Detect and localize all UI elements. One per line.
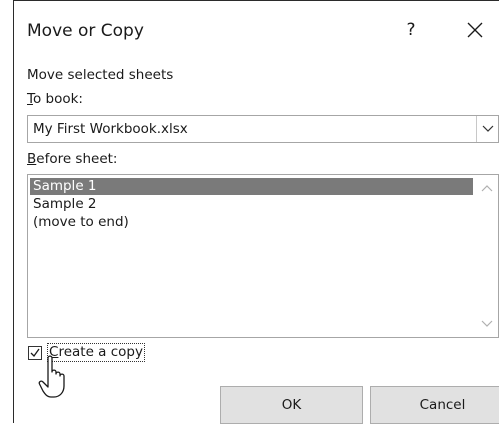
before-sheet-label-text: efore sheet:	[36, 151, 118, 167]
move-or-copy-dialog: Move or Copy ? Move selected sheets To b…	[13, 0, 499, 424]
help-button[interactable]: ?	[400, 17, 422, 43]
dialog-titlebar: Move or Copy ?	[14, 1, 499, 51]
chevron-down-icon[interactable]	[476, 116, 498, 142]
list-item[interactable]: Sample 1	[30, 178, 473, 195]
to-book-value: My First Workbook.xlsx	[33, 121, 188, 137]
cancel-button[interactable]: Cancel	[370, 386, 499, 424]
before-sheet-label: Before sheet:	[27, 151, 117, 167]
scroll-down-icon[interactable]	[477, 315, 497, 333]
to-book-label: To book:	[27, 91, 83, 107]
ok-button[interactable]: OK	[220, 386, 363, 424]
dialog-title: Move or Copy	[27, 21, 144, 41]
list-item[interactable]: Sample 2	[30, 196, 473, 213]
move-selected-sheets-label: Move selected sheets	[27, 67, 174, 83]
hand-pointer-icon	[38, 354, 74, 400]
before-sheet-mnemonic: B	[27, 151, 37, 167]
to-book-dropdown[interactable]: My First Workbook.xlsx	[27, 115, 499, 143]
to-book-label-text: o book:	[32, 91, 83, 107]
close-icon[interactable]	[462, 17, 488, 43]
list-item[interactable]: (move to end)	[30, 214, 473, 231]
scroll-up-icon[interactable]	[477, 179, 497, 197]
before-sheet-listbox[interactable]: Sample 1 Sample 2 (move to end)	[27, 174, 499, 338]
